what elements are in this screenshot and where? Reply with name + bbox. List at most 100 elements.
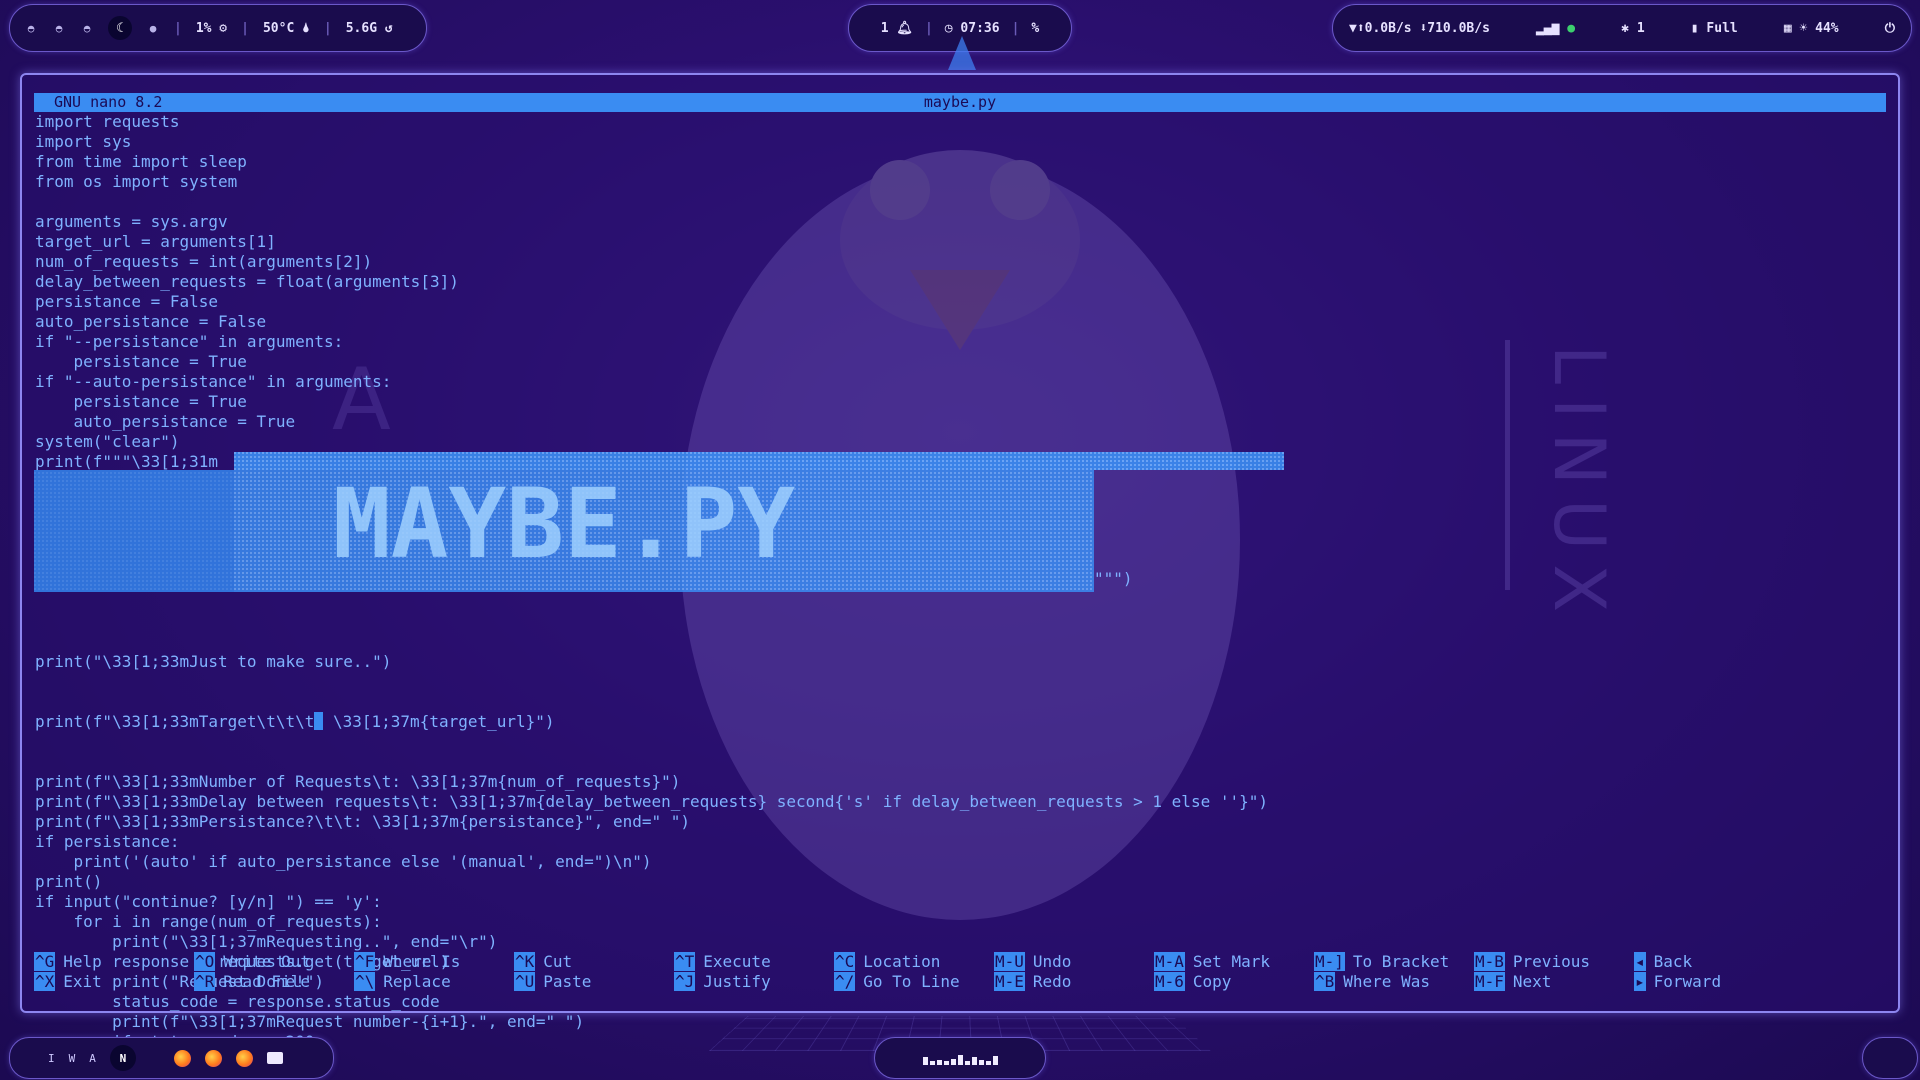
divider: | — [174, 20, 182, 36]
workspace-ghost-icon[interactable]: ◓ — [24, 21, 38, 35]
firefox-icon[interactable] — [204, 1049, 222, 1067]
shortcut-key: M-] — [1314, 952, 1345, 971]
shortcut-key: ^G — [34, 952, 56, 971]
workspace-label[interactable]: A — [89, 1052, 96, 1065]
power-icon[interactable]: ⏻ — [1885, 21, 1895, 36]
shortcut-item: M-U Undo — [994, 952, 1071, 972]
cpu-usage: 1% ⚙ — [195, 20, 228, 36]
shortcut-item: ^J Justify — [674, 972, 771, 992]
code-line: print('(auto' if auto_persistance else '… — [35, 852, 652, 871]
percent-indicator[interactable]: % — [1031, 21, 1039, 36]
topbar-left: ◓ ◓ ◓ ☾ ● | 1% ⚙ | 50°C 🌢 | 5.6G ↺ — [9, 4, 427, 52]
shortcut-item: M-E Redo — [994, 972, 1071, 992]
shortcut-key: ^K — [514, 952, 536, 971]
shortcut-label: Redo — [1032, 972, 1072, 991]
code-line: print("\33[1;33mJust to make sure..") — [35, 652, 392, 671]
code-line: persistance = True — [35, 352, 247, 371]
shortcut-key: ^J — [674, 972, 696, 991]
battery[interactable]: ▮ Full — [1691, 21, 1738, 36]
code-block-bottom[interactable]: print("\33[1;33mJust to make sure..") pr… — [35, 612, 1268, 1072]
shortcut-item: ^U Paste — [514, 972, 591, 992]
shortcut-label: Back — [1653, 952, 1693, 971]
shortcut-label: Exit — [63, 972, 102, 991]
brightness[interactable]: ▦ ☀ 44% — [1784, 21, 1839, 36]
code-line: print() — [35, 872, 103, 891]
ascii-banner: MAYBE.PY """) — [34, 452, 1284, 592]
banner-text: MAYBE.PY — [333, 468, 796, 580]
shortcut-item: M-B Previous — [1474, 952, 1590, 972]
wifi-icon: ▼ — [1349, 20, 1357, 36]
code-line: if input("continue? [y/n] ") == 'y': — [35, 892, 382, 911]
shortcut-key: M-B — [1474, 952, 1505, 971]
code-line: if "--auto-persistance" in arguments: — [35, 372, 392, 391]
shortcut-label: Replace — [383, 972, 451, 991]
code-line: from time import sleep — [35, 152, 247, 171]
chat-icon[interactable] — [266, 1052, 283, 1064]
shortcut-label: Next — [1512, 972, 1552, 991]
workspace-ghost-icon[interactable]: ◓ — [80, 21, 94, 35]
shortcut-label: Justify — [703, 972, 771, 991]
bell-icon: 🔔︎ — [896, 20, 913, 36]
battery-icon: ▮ — [1690, 20, 1699, 36]
divider: | — [1011, 20, 1020, 36]
shortcut-item: ◂ Back — [1634, 952, 1692, 972]
code-line: import requests — [35, 112, 180, 131]
notification-count[interactable]: 1 🔔︎ — [881, 21, 913, 36]
shortcut-key: ^C — [834, 952, 856, 971]
code-line: system("clear") — [35, 432, 180, 451]
code-line: for i in range(num_of_requests): — [35, 912, 382, 931]
shortcut-item: ^K Cut — [514, 952, 572, 972]
clock-icon: ◷ — [944, 20, 953, 36]
shortcut-item: ^C Location — [834, 952, 940, 972]
workspace-circle-icon[interactable]: ● — [146, 21, 160, 35]
clock[interactable]: ◷ 07:36 — [945, 21, 1000, 36]
bluetooth-icon: ✱ — [1621, 20, 1630, 36]
download-icon: ⬆ — [1356, 20, 1365, 36]
shortcut-key: ^X — [34, 972, 56, 991]
firefox-icon[interactable] — [235, 1049, 253, 1067]
bluetooth[interactable]: ✱ 1 — [1621, 21, 1644, 36]
banner-close: """) — [1094, 569, 1133, 588]
shortcut-label: Read File — [223, 972, 310, 991]
text-cursor — [314, 712, 324, 730]
shortcut-key: ^\ — [354, 972, 376, 991]
shortcut-item: ^B Where Was — [1314, 972, 1430, 992]
workspace-ghost-icon[interactable]: ◓ — [52, 21, 66, 35]
code-line: if "--persistance" in arguments: — [35, 332, 344, 351]
code-line: persistance = False — [35, 292, 219, 311]
shortcut-key: ^O — [194, 952, 216, 971]
file-name: maybe.py — [923, 93, 997, 111]
code-line: print("\33[1;37mRequesting..", end="\r") — [35, 932, 498, 951]
shortcut-item: M-6 Copy — [1154, 972, 1231, 992]
shortcut-key: ^B — [1314, 972, 1336, 991]
code-line: persistance = True — [35, 392, 247, 411]
shortcut-label: Write Out — [223, 952, 310, 971]
code-line: import sys — [35, 132, 132, 151]
workspace-label[interactable]: W — [69, 1052, 76, 1065]
workspace-active-moon-icon[interactable]: ☾ — [108, 16, 132, 40]
network-speed[interactable]: ▼⬆0.0B/s ⬇710.0B/s — [1349, 21, 1490, 36]
topbar-right: ▼⬆0.0B/s ⬇710.0B/s ▂▄▆ ● ✱ 1 ▮ Full ▦ ☀ … — [1332, 4, 1912, 52]
code-line: delay_between_requests = float(arguments… — [35, 272, 459, 291]
bottombar-right[interactable] — [1862, 1037, 1918, 1079]
shortcut-key: ▸ — [1634, 972, 1646, 991]
workspace-label[interactable]: I — [48, 1052, 55, 1065]
shortcut-item: M-F Next — [1474, 972, 1551, 992]
shortcut-item: M-] To Bracket — [1314, 952, 1449, 972]
bottombar-center — [874, 1037, 1046, 1079]
memory-usage: 5.6G ↺ — [345, 20, 393, 36]
workspace-label-active[interactable]: N — [109, 1045, 136, 1071]
shortcut-label: Copy — [1192, 972, 1232, 991]
shortcut-label: Paste — [543, 972, 592, 991]
shortcut-label: Forward — [1653, 972, 1722, 991]
signal-icon[interactable]: ▂▄▆ ● — [1536, 21, 1575, 36]
shortcut-item: ▸ Forward — [1634, 972, 1721, 992]
shortcut-key: M-U — [994, 952, 1025, 971]
code-block-top[interactable]: import requests import sys from time impor… — [35, 112, 459, 472]
firefox-icon[interactable] — [173, 1049, 191, 1067]
nano-shortcut-bar: ^G Help ^X Exit ^O Write Out ^R Read File ^F Wher… — [34, 952, 1874, 996]
shortcut-key: ^U — [514, 972, 536, 991]
shortcut-key: ^T — [674, 952, 696, 971]
audio-visualizer-icon[interactable] — [922, 1051, 998, 1065]
shortcut-item: ^G Help — [34, 952, 102, 972]
